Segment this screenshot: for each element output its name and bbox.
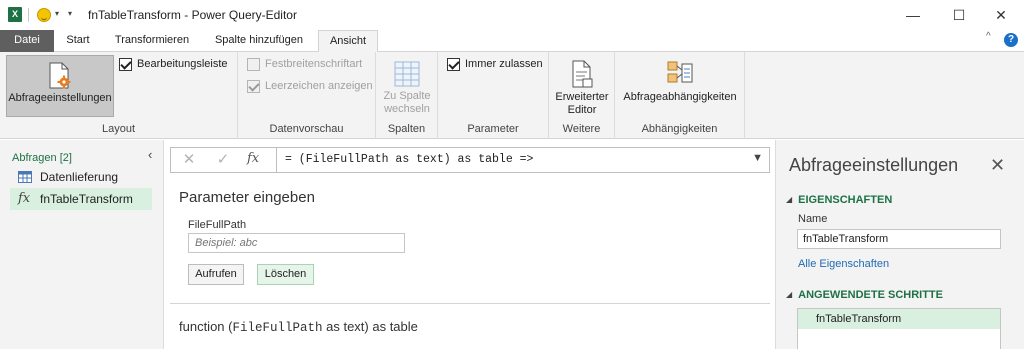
- formula-bar-label: Bearbeitungsleiste: [137, 58, 228, 70]
- whitespace-label: Leerzeichen anzeigen: [265, 80, 373, 92]
- ribbon-group-data-preview: Festbreitenschriftart Leerzeichen anzeig…: [238, 52, 376, 139]
- monospace-toggle[interactable]: Festbreitenschriftart: [247, 58, 362, 72]
- collapse-queries-icon[interactable]: ‹: [148, 147, 152, 162]
- close-settings-icon[interactable]: ✕: [990, 155, 1005, 176]
- ribbon-group-dependencies: Abfrageabhängigkeiten Abhängigkeiten: [615, 52, 745, 139]
- formula-text[interactable]: = (FileFullPath as text) as table =>: [285, 153, 533, 166]
- clear-button[interactable]: Löschen: [257, 264, 314, 285]
- ribbon-group-columns: Zu Spalte wechseln Spalten: [376, 52, 438, 139]
- smiley-dropdown-icon[interactable]: ▾: [55, 9, 59, 18]
- all-properties-link[interactable]: Alle Eigenschaften: [798, 258, 889, 270]
- monospace-label: Festbreitenschriftart: [265, 58, 363, 70]
- parameter-input[interactable]: [188, 233, 405, 253]
- divider: [170, 303, 770, 304]
- query-settings-pane: Abfrageeinstellungen ✕ ◢ EIGENSCHAFTEN Na…: [775, 140, 1024, 349]
- dependencies-group-label: Abhängigkeiten: [641, 123, 718, 135]
- cancel-formula-icon[interactable]: ✕: [175, 150, 203, 170]
- query-dependencies-button[interactable]: Abfrageabhängigkeiten: [618, 57, 742, 119]
- excel-icon: X: [8, 7, 22, 22]
- query-item-datenlieferung[interactable]: Datenlieferung: [10, 166, 152, 188]
- ribbon: Abfrageeinstellungen Bearbeitungsleiste …: [0, 52, 1024, 139]
- collapse-ribbon-icon[interactable]: ^: [986, 31, 991, 42]
- tab-view[interactable]: Ansicht: [318, 30, 378, 53]
- close-button[interactable]: ✕: [978, 0, 1024, 30]
- function-icon: fx: [18, 191, 31, 206]
- query-label: fnTableTransform: [40, 192, 133, 206]
- smiley-feedback-icon[interactable]: [37, 8, 51, 22]
- tab-add-column[interactable]: Spalte hinzufügen: [206, 30, 312, 52]
- help-icon[interactable]: ?: [1004, 33, 1018, 47]
- ribbon-tabs: Datei Start Transformieren Spalte hinzuf…: [0, 30, 1024, 53]
- enter-parameters-title: Parameter eingeben: [179, 189, 315, 206]
- function-invoke-panel: Parameter eingeben FileFullPath Aufrufen…: [170, 176, 770, 349]
- query-dependencies-label: Abfrageabhängigkeiten: [623, 91, 737, 103]
- fx-icon[interactable]: fx: [247, 151, 259, 166]
- signature-param: FileFullPath: [232, 321, 323, 335]
- title-separator: [28, 8, 29, 22]
- queries-header: Abfragen [2]: [12, 152, 72, 164]
- expand-formula-icon[interactable]: ▼: [752, 152, 763, 164]
- window-title: fnTableTransform - Power Query-Editor: [88, 8, 297, 22]
- query-settings-title: Abfrageeinstellungen: [789, 155, 959, 175]
- applied-steps-header[interactable]: ◢ ANGEWENDETE SCHRITTE: [786, 289, 943, 301]
- advanced-editor-icon: [572, 60, 593, 88]
- monospace-checkbox[interactable]: [247, 58, 260, 71]
- whitespace-toggle[interactable]: Leerzeichen anzeigen: [247, 80, 373, 94]
- go-to-column-icon: [394, 61, 420, 87]
- title-bar: X ▾ ▾ fnTableTransform - Power Query-Edi…: [0, 0, 1024, 30]
- function-signature: function (FileFullPath as text) as table: [179, 319, 418, 335]
- name-label: Name: [798, 213, 828, 225]
- query-item-fntabletransform[interactable]: fx fnTableTransform: [10, 188, 152, 210]
- formula-bar-toggle[interactable]: Bearbeitungsleiste: [119, 58, 228, 72]
- minimize-button[interactable]: —: [890, 0, 936, 30]
- applied-steps-list: fnTableTransform: [797, 308, 1001, 349]
- parameter-label: FileFullPath: [188, 219, 247, 231]
- always-allow-toggle[interactable]: Immer zulassen: [447, 58, 543, 72]
- query-dependencies-icon: [667, 61, 693, 83]
- tab-transform[interactable]: Transformieren: [108, 30, 196, 52]
- more-group-label: Weitere: [562, 123, 601, 135]
- always-allow-checkbox[interactable]: [447, 58, 460, 71]
- ribbon-group-more: Erweiterter Editor Weitere: [549, 52, 615, 139]
- formula-divider: [276, 148, 277, 172]
- collapse-triangle-icon: ◢: [786, 290, 793, 299]
- go-to-column-button[interactable]: Zu Spalte wechseln: [380, 57, 434, 119]
- signature-suffix: as text) as table: [322, 319, 418, 334]
- formula-bar: ✕ ✓ fx = (FileFullPath as text) as table…: [170, 147, 770, 173]
- advanced-editor-button[interactable]: Erweiterter Editor: [552, 57, 612, 119]
- invoke-button[interactable]: Aufrufen: [188, 264, 244, 285]
- ribbon-group-parameters: Immer zulassen Parameter: [438, 52, 549, 139]
- tab-file[interactable]: Datei: [0, 30, 54, 52]
- ribbon-group-layout: Abfrageeinstellungen Bearbeitungsleiste …: [0, 52, 238, 139]
- whitespace-checkbox[interactable]: [247, 80, 260, 93]
- go-to-column-label-2: wechseln: [384, 103, 430, 115]
- query-settings-label: Abfrageeinstellungen: [8, 92, 112, 104]
- query-settings-icon: [49, 62, 71, 89]
- queries-pane: Abfragen [2] ‹ Datenlieferung fx fnTable…: [0, 140, 164, 349]
- query-name-input[interactable]: fnTableTransform: [797, 229, 1001, 249]
- tab-start[interactable]: Start: [58, 30, 98, 52]
- properties-header[interactable]: ◢ EIGENSCHAFTEN: [786, 194, 892, 206]
- always-allow-label: Immer zulassen: [465, 58, 543, 70]
- query-settings-button[interactable]: Abfrageeinstellungen: [6, 55, 114, 117]
- columns-group-label: Spalten: [387, 123, 426, 135]
- maximize-button[interactable]: ☐: [936, 0, 982, 30]
- commit-formula-icon[interactable]: ✓: [209, 150, 237, 170]
- query-label: Datenlieferung: [40, 170, 119, 184]
- layout-group-label: Layout: [101, 123, 136, 135]
- signature-prefix: function (: [179, 319, 233, 334]
- collapse-triangle-icon: ◢: [786, 195, 793, 204]
- formula-bar-checkbox[interactable]: [119, 58, 132, 71]
- table-icon: [18, 171, 32, 183]
- advanced-editor-label-1: Erweiterter: [555, 91, 609, 103]
- data-preview-group-label: Datenvorschau: [269, 123, 344, 135]
- applied-step-item[interactable]: fnTableTransform: [798, 309, 1000, 329]
- parameters-group-label: Parameter: [467, 123, 519, 135]
- quick-access-customize-icon[interactable]: ▾: [68, 9, 72, 18]
- go-to-column-label-1: Zu Spalte: [383, 90, 431, 102]
- advanced-editor-label-2: Editor: [567, 104, 597, 116]
